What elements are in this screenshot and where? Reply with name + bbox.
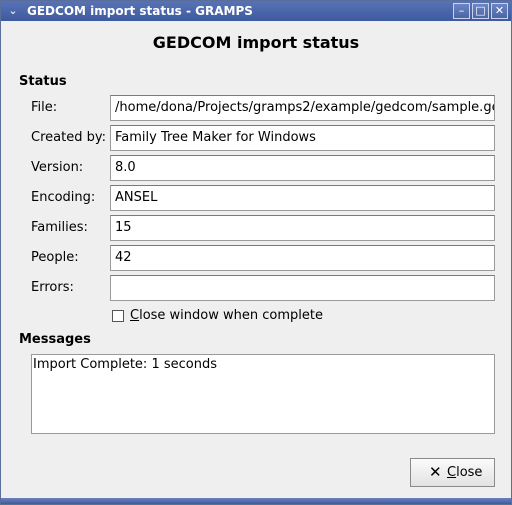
close-label-text: lose	[456, 465, 483, 480]
messages-section-label: Messages	[19, 332, 91, 347]
close-x-icon: ✕	[429, 463, 442, 481]
minimize-icon[interactable]: –	[453, 3, 470, 19]
gedcom-import-window: ⌄ GEDCOM import status - GRAMPS – □ ✕ GE…	[0, 0, 512, 505]
families-label: Families:	[31, 220, 88, 235]
file-label: File:	[31, 100, 58, 115]
messages-textarea[interactable]: Import Complete: 1 seconds	[31, 354, 495, 434]
encoding-label: Encoding:	[31, 190, 96, 205]
window-title: GEDCOM import status - GRAMPS	[27, 4, 253, 18]
close-mnemonic: C	[447, 465, 457, 480]
families-field[interactable]: 15	[110, 215, 495, 241]
errors-field[interactable]	[110, 275, 495, 301]
encoding-field[interactable]: ANSEL	[110, 185, 495, 211]
version-field[interactable]: 8.0	[110, 155, 495, 181]
version-label: Version:	[31, 160, 84, 175]
status-section-label: Status	[19, 74, 67, 89]
created-by-field[interactable]: Family Tree Maker for Windows	[110, 125, 495, 151]
people-label: People:	[31, 250, 79, 265]
file-field[interactable]: /home/dona/Projects/gramps2/example/gedc…	[110, 95, 495, 121]
people-field[interactable]: 42	[110, 245, 495, 271]
title-bar[interactable]: ⌄ GEDCOM import status - GRAMPS – □ ✕	[1, 1, 511, 21]
maximize-icon[interactable]: □	[472, 3, 489, 19]
checkbox-label-text: lose window when complete	[139, 308, 323, 323]
close-window-checkbox[interactable]	[112, 310, 124, 322]
window-bottom-border	[1, 498, 511, 504]
checkbox-mnemonic: C	[130, 308, 140, 323]
dialog-heading: GEDCOM import status	[152, 33, 360, 52]
errors-label: Errors:	[31, 280, 74, 295]
close-button[interactable]: ✕ Close	[410, 458, 495, 487]
created-by-label: Created by:	[31, 130, 106, 145]
close-window-checkbox-label[interactable]: Close window when complete	[130, 308, 323, 323]
window-menu-icon[interactable]: ⌄	[5, 3, 21, 19]
close-icon[interactable]: ✕	[491, 3, 508, 19]
close-button-label: Close	[447, 465, 482, 480]
